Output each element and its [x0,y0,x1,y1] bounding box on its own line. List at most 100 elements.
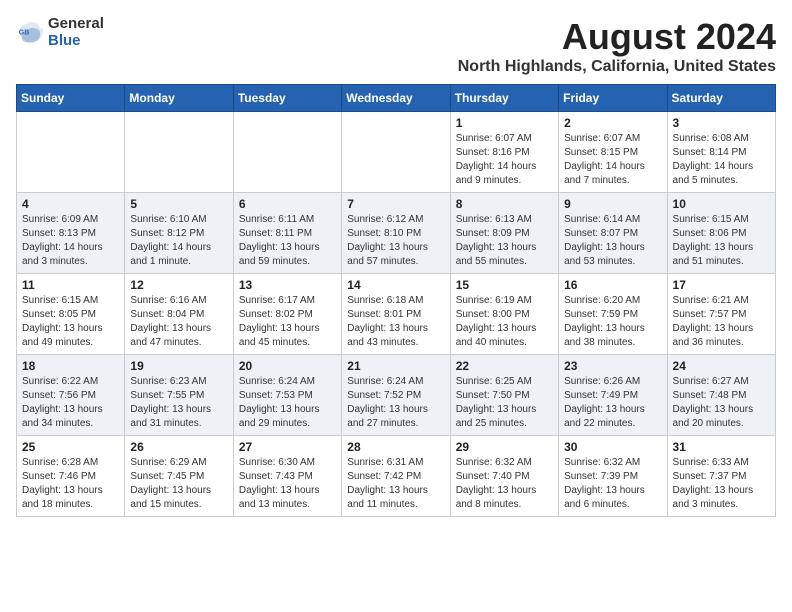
logo-text: General Blue [48,16,104,49]
day-number: 14 [347,278,444,292]
logo-general-text: General [48,16,104,33]
day-info: Sunrise: 6:21 AM Sunset: 7:57 PM Dayligh… [673,294,770,350]
day-cell: 11 Sunrise: 6:15 AM Sunset: 8:05 PM Dayli… [17,274,125,355]
day-number: 11 [22,278,119,292]
day-cell: 31Sunrise: 6:33 AM Sunset: 7:37 PM Dayli… [667,436,775,517]
day-info: Sunrise: 6:13 AM Sunset: 8:09 PM Dayligh… [456,213,553,269]
day-cell [342,112,450,193]
day-info: Sunrise: 6:08 AM Sunset: 8:14 PM Dayligh… [673,132,770,188]
day-cell: 13 Sunrise: 6:17 AM Sunset: 8:02 PM Dayli… [233,274,341,355]
day-info: Sunrise: 6:32 AM Sunset: 7:40 PM Dayligh… [456,456,553,512]
day-info: Sunrise: 6:16 AM Sunset: 8:04 PM Dayligh… [130,294,227,350]
day-number: 20 [239,359,336,373]
day-number: 7 [347,197,444,211]
day-number: 16 [564,278,661,292]
day-info: Sunrise: 6:20 AM Sunset: 7:59 PM Dayligh… [564,294,661,350]
day-cell: 17 Sunrise: 6:21 AM Sunset: 7:57 PM Dayli… [667,274,775,355]
day-info: Sunrise: 6:07 AM Sunset: 8:15 PM Dayligh… [564,132,661,188]
day-info: Sunrise: 6:22 AM Sunset: 7:56 PM Dayligh… [22,375,119,431]
day-cell: 14 Sunrise: 6:18 AM Sunset: 8:01 PM Dayli… [342,274,450,355]
week-row-4: 18Sunrise: 6:22 AM Sunset: 7:56 PM Dayli… [17,355,776,436]
week-row-1: 1 Sunrise: 6:07 AM Sunset: 8:16 PM Daylig… [17,112,776,193]
header-cell-thursday: Thursday [450,85,558,112]
day-cell: 4Sunrise: 6:09 AM Sunset: 8:13 PM Daylig… [17,193,125,274]
header-cell-sunday: Sunday [17,85,125,112]
day-info: Sunrise: 6:18 AM Sunset: 8:01 PM Dayligh… [347,294,444,350]
day-number: 2 [564,116,661,130]
day-cell [233,112,341,193]
day-number: 9 [564,197,661,211]
day-number: 3 [673,116,770,130]
day-info: Sunrise: 6:10 AM Sunset: 8:12 PM Dayligh… [130,213,227,269]
day-cell: 29 Sunrise: 6:32 AM Sunset: 7:40 PM Dayli… [450,436,558,517]
day-cell [125,112,233,193]
day-number: 1 [456,116,553,130]
header-cell-monday: Monday [125,85,233,112]
day-info: Sunrise: 6:15 AM Sunset: 8:06 PM Dayligh… [673,213,770,269]
day-info: Sunrise: 6:24 AM Sunset: 7:52 PM Dayligh… [347,375,444,431]
day-number: 13 [239,278,336,292]
week-row-3: 11 Sunrise: 6:15 AM Sunset: 8:05 PM Dayli… [17,274,776,355]
day-cell: 19 Sunrise: 6:23 AM Sunset: 7:55 PM Dayli… [125,355,233,436]
day-cell: 10 Sunrise: 6:15 AM Sunset: 8:06 PM Dayli… [667,193,775,274]
day-number: 29 [456,440,553,454]
day-info: Sunrise: 6:15 AM Sunset: 8:05 PM Dayligh… [22,294,119,350]
day-info: Sunrise: 6:14 AM Sunset: 8:07 PM Dayligh… [564,213,661,269]
page-header: GB General Blue August 2024 North Highla… [16,16,776,76]
day-number: 27 [239,440,336,454]
logo-icon: GB [16,19,44,47]
day-info: Sunrise: 6:12 AM Sunset: 8:10 PM Dayligh… [347,213,444,269]
header-cell-tuesday: Tuesday [233,85,341,112]
subtitle: North Highlands, California, United Stat… [458,58,776,76]
calendar-table: SundayMondayTuesdayWednesdayThursdayFrid… [16,84,776,517]
day-number: 21 [347,359,444,373]
day-number: 4 [22,197,119,211]
day-cell: 8 Sunrise: 6:13 AM Sunset: 8:09 PM Daylig… [450,193,558,274]
day-number: 24 [673,359,770,373]
day-number: 28 [347,440,444,454]
day-info: Sunrise: 6:30 AM Sunset: 7:43 PM Dayligh… [239,456,336,512]
day-info: Sunrise: 6:11 AM Sunset: 8:11 PM Dayligh… [239,213,336,269]
day-number: 15 [456,278,553,292]
day-number: 10 [673,197,770,211]
day-info: Sunrise: 6:26 AM Sunset: 7:49 PM Dayligh… [564,375,661,431]
day-cell: 23Sunrise: 6:26 AM Sunset: 7:49 PM Dayli… [559,355,667,436]
day-info: Sunrise: 6:07 AM Sunset: 8:16 PM Dayligh… [456,132,553,188]
day-cell: 25Sunrise: 6:28 AM Sunset: 7:46 PM Dayli… [17,436,125,517]
day-cell: 28 Sunrise: 6:31 AM Sunset: 7:42 PM Dayli… [342,436,450,517]
logo: GB General Blue [16,16,104,49]
day-cell: 16 Sunrise: 6:20 AM Sunset: 7:59 PM Dayli… [559,274,667,355]
main-title: August 2024 [458,16,776,58]
title-block: August 2024 North Highlands, California,… [458,16,776,76]
day-cell: 24Sunrise: 6:27 AM Sunset: 7:48 PM Dayli… [667,355,775,436]
header-cell-friday: Friday [559,85,667,112]
day-cell: 1 Sunrise: 6:07 AM Sunset: 8:16 PM Daylig… [450,112,558,193]
day-cell: 15Sunrise: 6:19 AM Sunset: 8:00 PM Dayli… [450,274,558,355]
day-number: 12 [130,278,227,292]
header-cell-saturday: Saturday [667,85,775,112]
day-cell: 9 Sunrise: 6:14 AM Sunset: 8:07 PM Daylig… [559,193,667,274]
day-cell: 27 Sunrise: 6:30 AM Sunset: 7:43 PM Dayli… [233,436,341,517]
day-info: Sunrise: 6:33 AM Sunset: 7:37 PM Dayligh… [673,456,770,512]
day-number: 6 [239,197,336,211]
day-number: 25 [22,440,119,454]
header-row: SundayMondayTuesdayWednesdayThursdayFrid… [17,85,776,112]
day-info: Sunrise: 6:17 AM Sunset: 8:02 PM Dayligh… [239,294,336,350]
day-number: 8 [456,197,553,211]
week-row-5: 25Sunrise: 6:28 AM Sunset: 7:46 PM Dayli… [17,436,776,517]
day-cell [17,112,125,193]
day-info: Sunrise: 6:31 AM Sunset: 7:42 PM Dayligh… [347,456,444,512]
day-cell: 20Sunrise: 6:24 AM Sunset: 7:53 PM Dayli… [233,355,341,436]
day-cell: 2 Sunrise: 6:07 AM Sunset: 8:15 PM Daylig… [559,112,667,193]
day-cell: 12 Sunrise: 6:16 AM Sunset: 8:04 PM Dayli… [125,274,233,355]
day-number: 19 [130,359,227,373]
day-number: 17 [673,278,770,292]
day-cell: 22Sunrise: 6:25 AM Sunset: 7:50 PM Dayli… [450,355,558,436]
day-number: 30 [564,440,661,454]
day-cell: 30Sunrise: 6:32 AM Sunset: 7:39 PM Dayli… [559,436,667,517]
svg-text:GB: GB [19,29,30,36]
header-cell-wednesday: Wednesday [342,85,450,112]
logo-blue-text: Blue [48,33,104,50]
day-cell: 26Sunrise: 6:29 AM Sunset: 7:45 PM Dayli… [125,436,233,517]
day-info: Sunrise: 6:23 AM Sunset: 7:55 PM Dayligh… [130,375,227,431]
